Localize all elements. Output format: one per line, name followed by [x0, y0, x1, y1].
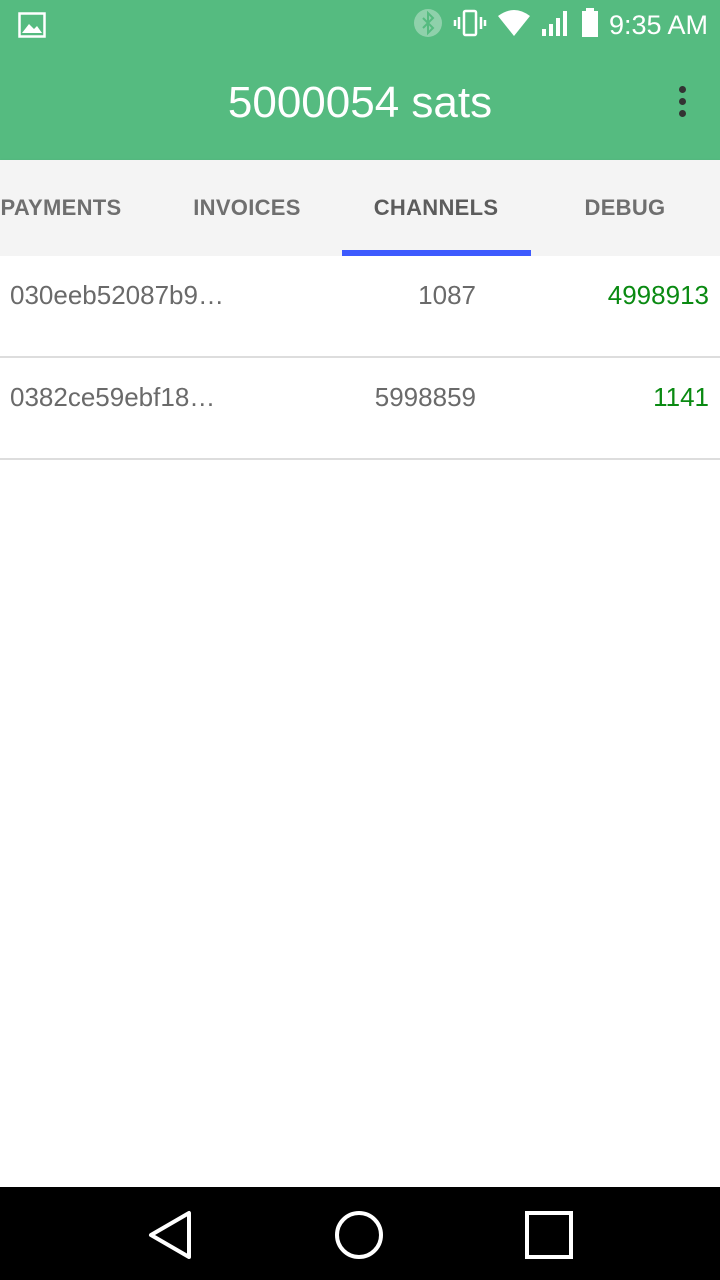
- tab-payments[interactable]: PAYMENTS: [0, 160, 156, 256]
- balance-title: 5000054 sats: [227, 78, 493, 127]
- channel-node-id: 030eeb52087b9…: [10, 280, 224, 310]
- signal-icon: [541, 9, 571, 42]
- status-time: 9:35 AM: [608, 9, 708, 40]
- channel-row[interactable]: 0382ce59ebf18… 5998859 1141: [0, 358, 720, 460]
- back-triangle-icon[interactable]: [143, 1207, 199, 1263]
- channel-remote-balance: 4998913: [607, 280, 709, 310]
- tab-debug[interactable]: DEBUG: [530, 160, 720, 256]
- channel-node-id: 0382ce59ebf18…: [10, 382, 216, 412]
- bluetooth-icon: [413, 8, 443, 43]
- image-icon: [18, 12, 46, 38]
- tab-channels[interactable]: CHANNELS: [341, 160, 531, 256]
- status-bar: 9:35 AM: [0, 0, 720, 50]
- home-circle-icon[interactable]: [331, 1207, 387, 1263]
- app-bar: 5000054 sats: [0, 50, 720, 160]
- channel-local-balance: 1087: [418, 280, 476, 310]
- more-vert-icon[interactable]: [674, 86, 690, 126]
- navigation-bar: [0, 1187, 720, 1280]
- vibrate-icon: [453, 8, 487, 43]
- channel-local-balance: 5998859: [374, 382, 476, 412]
- wifi-icon: [497, 9, 531, 42]
- channel-remote-balance: 1141: [653, 382, 709, 412]
- tab-bar: PAYMENTS INVOICES CHANNELS DEBUG: [0, 160, 720, 256]
- recents-square-icon[interactable]: [521, 1207, 577, 1263]
- status-icons: 9:35 AM: [413, 7, 708, 43]
- battery-icon: [581, 7, 599, 43]
- channel-row[interactable]: 030eeb52087b9… 1087 4998913: [0, 256, 720, 358]
- tab-invoices[interactable]: INVOICES: [152, 160, 342, 256]
